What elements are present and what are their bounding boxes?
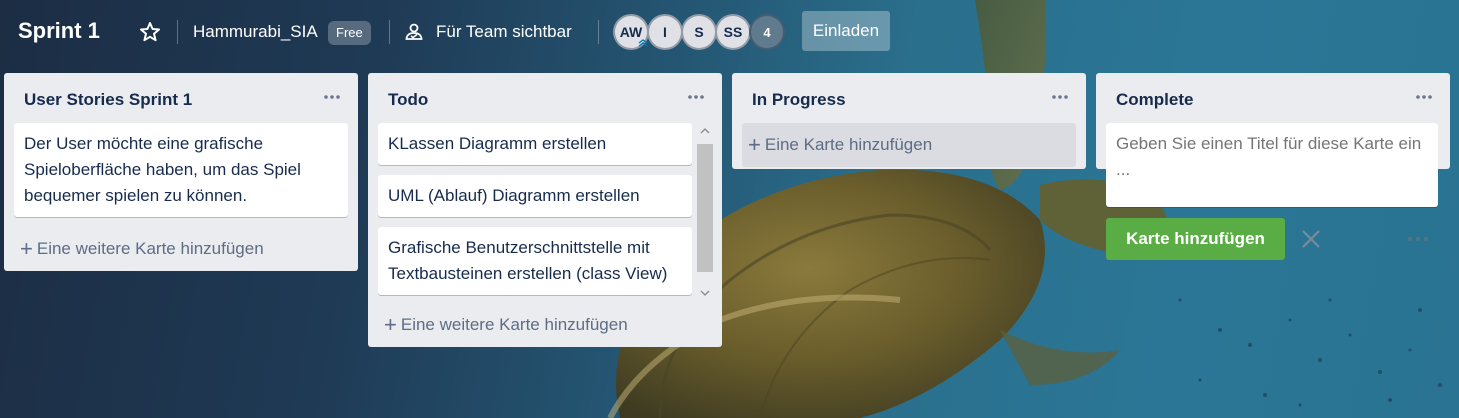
add-card-label: Eine weitere Karte hinzufügen bbox=[36, 239, 264, 258]
header-divider bbox=[177, 20, 178, 44]
list-header: User Stories Sprint 1 bbox=[4, 73, 358, 123]
list-header: In Progress bbox=[732, 73, 1086, 123]
add-card-label: Eine weitere Karte hinzufügen bbox=[400, 315, 628, 334]
card[interactable]: Der User möchte eine grafische Spielober… bbox=[14, 123, 348, 217]
admin-chevron-icon bbox=[638, 39, 648, 47]
invite-button[interactable]: Einladen bbox=[802, 11, 890, 51]
add-card-button[interactable]: + Eine weitere Karte hinzufügen bbox=[4, 227, 358, 271]
scrollbar-thumb[interactable] bbox=[697, 144, 713, 272]
card-list[interactable]: KLassen Diagramm erstellen UML (Ablauf) … bbox=[368, 123, 722, 303]
header-divider bbox=[389, 20, 390, 44]
plus-icon: + bbox=[384, 312, 397, 337]
add-card-label: Eine Karte hinzufügen bbox=[764, 135, 933, 154]
ellipsis-icon[interactable] bbox=[1414, 87, 1434, 107]
board-title[interactable]: Sprint 1 bbox=[18, 18, 100, 44]
avatar[interactable]: I bbox=[647, 14, 683, 50]
board-header: Sprint 1 Hammurabi_SIA Free Für Team sic… bbox=[0, 0, 1459, 64]
list-in-progress: In Progress + Eine Karte hinzufügen bbox=[732, 73, 1086, 169]
ellipsis-icon[interactable] bbox=[1050, 87, 1070, 107]
star-button[interactable] bbox=[138, 20, 162, 44]
avatar[interactable]: AW bbox=[613, 14, 649, 50]
avatar[interactable]: S bbox=[681, 14, 717, 50]
close-icon[interactable] bbox=[1298, 226, 1324, 252]
ellipsis-icon[interactable] bbox=[1405, 232, 1431, 246]
ellipsis-icon[interactable] bbox=[322, 87, 342, 107]
avatar-initials: I bbox=[663, 24, 667, 40]
plan-badge: Free bbox=[328, 21, 371, 45]
avatar-initials: AW bbox=[619, 24, 643, 40]
avatar-initials: SS bbox=[723, 24, 743, 40]
list-title[interactable]: In Progress bbox=[752, 90, 846, 110]
workspace-name[interactable]: Hammurabi_SIA bbox=[193, 22, 318, 42]
more-members-count[interactable]: 4 bbox=[749, 14, 785, 50]
visibility-label: Für Team sichtbar bbox=[436, 22, 572, 41]
card[interactable]: UML (Ablauf) Diagramm erstellen bbox=[378, 175, 692, 217]
ellipsis-icon[interactable] bbox=[686, 87, 706, 107]
card[interactable]: Grafische Benutzerschnittstelle mit Text… bbox=[378, 227, 692, 295]
avatar[interactable]: SS bbox=[715, 14, 751, 50]
list-title[interactable]: Complete bbox=[1116, 90, 1193, 110]
list-header: Complete bbox=[1096, 73, 1450, 123]
chevron-up-icon[interactable] bbox=[699, 126, 711, 136]
team-icon bbox=[405, 23, 423, 40]
chevron-down-icon[interactable] bbox=[699, 288, 711, 298]
card[interactable]: KLassen Diagramm erstellen bbox=[378, 123, 692, 165]
add-card-button[interactable]: + Eine weitere Karte hinzufügen bbox=[368, 303, 722, 347]
scrollbar[interactable] bbox=[694, 124, 716, 304]
card-title-input[interactable] bbox=[1106, 123, 1438, 207]
avatar-initials: S bbox=[694, 24, 704, 40]
add-card-submit-button[interactable]: Karte hinzufügen bbox=[1106, 218, 1285, 260]
add-card-button[interactable]: + Eine Karte hinzufügen bbox=[742, 123, 1076, 167]
visibility-button[interactable]: Für Team sichtbar bbox=[404, 20, 572, 44]
list-title[interactable]: Todo bbox=[388, 90, 428, 110]
list-todo: Todo KLassen Diagramm erstellen UML (Abl… bbox=[368, 73, 722, 347]
list-title[interactable]: User Stories Sprint 1 bbox=[24, 90, 192, 110]
plus-icon: + bbox=[748, 132, 761, 157]
list-header: Todo bbox=[368, 73, 722, 123]
plus-icon: + bbox=[20, 236, 33, 261]
more-members-label: 4 bbox=[763, 24, 771, 40]
star-icon bbox=[140, 22, 160, 42]
list-user-stories: User Stories Sprint 1 Der User möchte ei… bbox=[4, 73, 358, 271]
header-divider bbox=[598, 20, 599, 44]
